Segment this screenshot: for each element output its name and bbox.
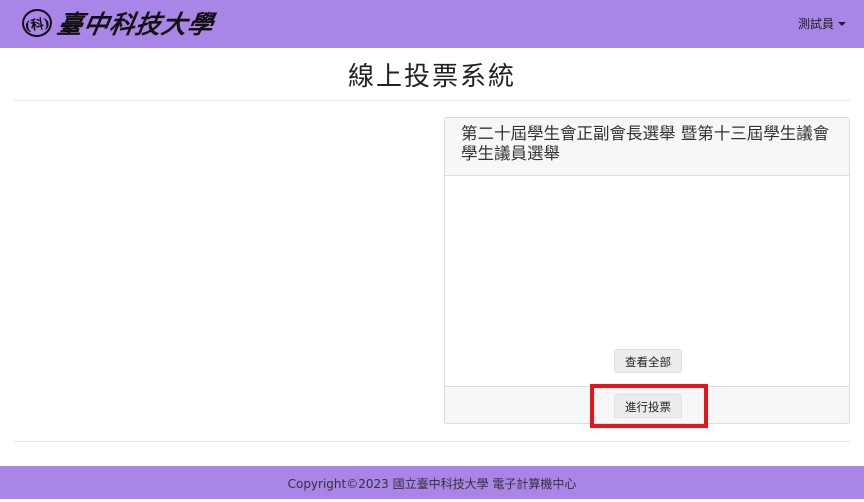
election-title: 第二十屆學生會正副會長選舉 暨第十三屆學生議會學生議員選舉 (461, 124, 830, 163)
caret-down-icon (838, 21, 846, 26)
copyright-text: Copyright©2023 國立臺中科技大學 電子計算機中心 (287, 477, 577, 491)
user-menu-dropdown[interactable]: 測試員 (798, 15, 846, 32)
view-all-button[interactable]: 查看全部 (614, 349, 682, 373)
divider-top (14, 100, 850, 101)
logo-text: 臺中科技大學 (55, 10, 217, 39)
divider-bottom (14, 441, 850, 442)
user-name-label: 測試員 (797, 17, 834, 31)
vote-button-highlight-box (590, 384, 708, 428)
top-navbar: (科) 臺中科技大學 測試員 (0, 0, 864, 48)
university-logo[interactable]: (科) 臺中科技大學 (20, 6, 217, 40)
page-title: 線上投票系統 (347, 62, 516, 92)
election-card-body: 查看全部 (445, 176, 849, 386)
page-footer: Copyright©2023 國立臺中科技大學 電子計算機中心 (0, 466, 864, 499)
election-card-header: 第二十屆學生會正副會長選舉 暨第十三屆學生議會學生議員選舉 (445, 118, 849, 176)
election-card: 第二十屆學生會正副會長選舉 暨第十三屆學生議會學生議員選舉 查看全部 進行投票 (444, 117, 850, 424)
logo-seal: (科) (20, 7, 54, 39)
